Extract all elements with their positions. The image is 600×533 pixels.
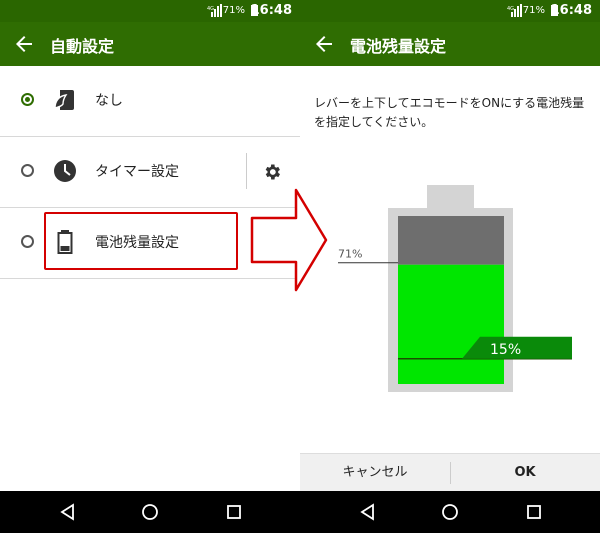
app-bar: 自動設定 — [0, 22, 300, 66]
dialog-buttons: キャンセル OK — [300, 453, 600, 491]
battery-percent: 71% — [222, 5, 245, 16]
nav-recents-icon[interactable] — [224, 502, 244, 522]
nav-recents-icon[interactable] — [524, 502, 544, 522]
page-title: 自動設定 — [50, 37, 115, 56]
instruction-text: レバーを上下してエコモードをONにする電池残量を指定してください。 — [314, 96, 585, 129]
back-arrow-icon[interactable] — [312, 32, 336, 56]
battery-fill — [398, 264, 504, 384]
signal-icon: 4G — [507, 4, 522, 17]
status-bar: 4G 71% 16:48 — [300, 0, 600, 22]
battery-percent: 71% — [522, 5, 545, 16]
clock-icon — [54, 160, 76, 182]
list-item-none[interactable]: なし — [0, 66, 300, 137]
highlight-box — [44, 212, 238, 270]
list-item-label: タイマー設定 — [95, 164, 179, 180]
nav-home-icon[interactable] — [140, 502, 160, 522]
navigation-bar — [0, 491, 300, 533]
battery-cap — [427, 185, 474, 212]
radio-none[interactable] — [21, 93, 34, 106]
battery-empty-portion — [398, 216, 504, 265]
clock: 16:48 — [250, 3, 292, 18]
signal-icon: 4G — [207, 4, 222, 17]
back-arrow-icon[interactable] — [12, 32, 36, 56]
nav-back-icon[interactable] — [58, 502, 78, 522]
cancel-button[interactable]: キャンセル — [300, 454, 450, 491]
page-title: 電池残量設定 — [350, 37, 447, 56]
nav-back-icon[interactable] — [358, 502, 378, 522]
clock: 16:48 — [550, 3, 592, 18]
radio-battery[interactable] — [21, 235, 34, 248]
status-bar: 4G 71% 16:48 — [0, 0, 300, 22]
red-arrow-icon — [250, 188, 328, 292]
radio-timer[interactable] — [21, 164, 34, 177]
gear-icon[interactable] — [262, 162, 282, 182]
current-level-label: 71% — [338, 248, 362, 261]
navigation-bar — [300, 491, 600, 533]
battery-level-gauge[interactable]: 71% 15% — [300, 180, 600, 400]
list-item-label: なし — [95, 93, 123, 109]
eco-leaf-icon — [54, 90, 74, 110]
app-bar: 電池残量設定 — [300, 22, 600, 66]
svg-text:4G: 4G — [507, 6, 514, 12]
divider — [246, 153, 247, 189]
nav-home-icon[interactable] — [440, 502, 460, 522]
threshold-label: 15% — [490, 342, 521, 358]
svg-text:4G: 4G — [207, 6, 214, 12]
ok-button[interactable]: OK — [450, 454, 600, 491]
battery-level-screen: 4G 71% 16:48 電池残量設定 レバーを上下してエコモードをONにする電… — [300, 0, 600, 533]
